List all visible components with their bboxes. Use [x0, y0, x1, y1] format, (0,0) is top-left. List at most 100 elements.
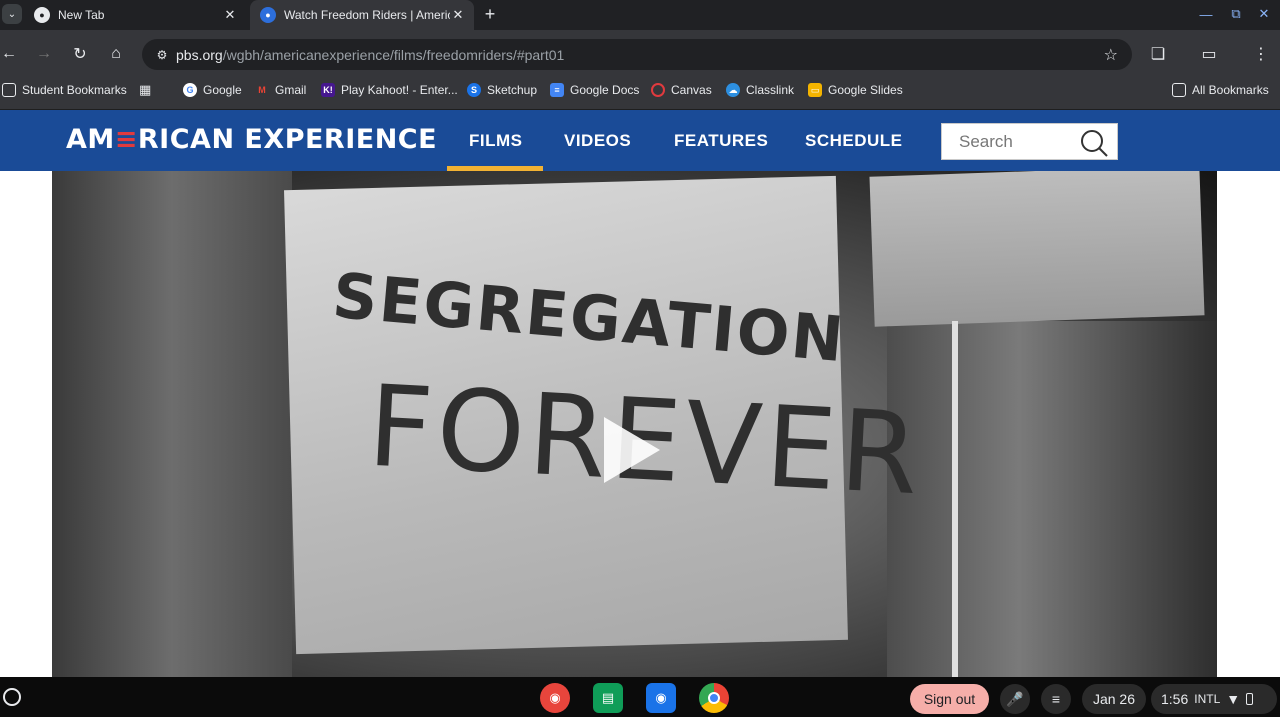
bookmark-google-docs[interactable]: ≡ Google Docs	[550, 78, 639, 102]
arrow-left-icon: ←	[1, 45, 17, 62]
bookmark-label: Sketchup	[487, 83, 538, 97]
back-button[interactable]: ←	[0, 42, 21, 66]
video-crowd-right	[887, 321, 1217, 677]
bookmark-label: Google	[203, 83, 242, 97]
reload-icon: ↻	[73, 46, 87, 63]
bookmark-label: Canvas	[671, 83, 712, 97]
status-tray[interactable]: 1:56 INTL ▼	[1151, 684, 1277, 714]
video-crowd-left	[52, 171, 292, 677]
date-tray[interactable]: Jan 26	[1082, 684, 1146, 714]
microphone-button[interactable]: 🎤	[1000, 684, 1030, 714]
home-icon: ⌂	[111, 45, 121, 62]
url-path: /wgbh/americanexperience/films/freedomri…	[222, 46, 565, 63]
tab-new-tab[interactable]: ● New Tab ✕	[24, 0, 246, 30]
extensions-button[interactable]: ❏	[1146, 42, 1170, 66]
close-icon[interactable]: ✕	[222, 7, 238, 23]
kahoot-icon: K!	[321, 83, 335, 97]
canvas-icon	[651, 83, 665, 97]
camera-app-icon[interactable]: ◉	[646, 683, 676, 713]
url-text: pbs.org/wgbh/americanexperience/films/fr…	[176, 47, 564, 63]
play-icon[interactable]	[604, 417, 660, 483]
close-icon: ✕	[1258, 6, 1270, 21]
video-player[interactable]: SEGREGATION FOREVER	[52, 171, 1217, 677]
battery-icon	[1246, 693, 1254, 705]
date-text: Jan 26	[1092, 691, 1136, 707]
site-info-icon[interactable]: ⚙	[148, 48, 176, 62]
tab-freedom-riders[interactable]: ● Watch Freedom Riders | American Experi…	[250, 0, 474, 30]
os-shelf: ◉ ▤ ◉ Sign out 🎤 ≡ Jan 26 1:56 INTL ▼	[0, 677, 1280, 717]
plus-icon: +	[484, 3, 496, 24]
media-controls-button[interactable]: ≡	[1041, 684, 1071, 714]
tab-title: Watch Freedom Riders | American Experien…	[284, 8, 450, 22]
palette-app-icon[interactable]: ◉	[540, 683, 570, 713]
bookmark-student-bookmarks[interactable]: Student Bookmarks	[2, 78, 127, 102]
restore-icon: ⧉	[1231, 6, 1241, 21]
apps-button[interactable]: ▦	[139, 78, 151, 102]
wifi-icon: ▼	[1226, 691, 1241, 707]
minimize-button[interactable]: —	[1196, 4, 1216, 24]
puzzle-icon: ❏	[1150, 46, 1166, 63]
bookmark-label: Google Slides	[828, 83, 903, 97]
launcher-icon[interactable]	[3, 688, 21, 706]
american-experience-logo[interactable]: AM≡RICAN EXPERIENCE	[66, 124, 437, 155]
bookmark-label: Student Bookmarks	[22, 83, 127, 97]
sketchup-icon: S	[467, 83, 481, 97]
video-sign-background	[869, 171, 1205, 327]
bookmark-label: Classlink	[746, 83, 795, 97]
all-bookmarks-button[interactable]: All Bookmarks	[1172, 78, 1269, 102]
bookmark-classlink[interactable]: ☁ Classlink	[726, 78, 794, 102]
slides-icon: ▭	[808, 83, 822, 97]
playlist-icon: ≡	[1051, 691, 1061, 707]
address-bar[interactable]: ⚙ pbs.org/wgbh/americanexperience/films/…	[142, 39, 1132, 70]
microphone-icon: 🎤	[1006, 690, 1024, 707]
reload-button[interactable]: ↻	[68, 42, 92, 66]
chevron-down-icon: ⌄	[7, 8, 17, 20]
bookmark-sketchup[interactable]: S Sketchup	[467, 78, 537, 102]
home-button[interactable]: ⌂	[104, 42, 128, 66]
input-method-text: INTL	[1194, 692, 1221, 706]
tab-strip: ⌄ ● New Tab ✕ ● Watch Freedom Riders | A…	[0, 0, 1280, 30]
search-icon[interactable]	[1079, 128, 1109, 158]
bookmark-label: Google Docs	[570, 83, 640, 97]
logo-text: RICAN EXPERIENCE	[137, 124, 438, 155]
nav-features[interactable]: FEATURES	[674, 131, 768, 151]
close-icon[interactable]: ✕	[450, 7, 466, 23]
classroom-app-icon[interactable]: ▤	[593, 683, 623, 713]
cast-icon: ▭	[1201, 46, 1217, 63]
nav-videos[interactable]: VIDEOS	[564, 131, 631, 151]
bookmark-google-slides[interactable]: ▭ Google Slides	[808, 78, 903, 102]
time-text: 1:56	[1161, 691, 1189, 707]
bookmark-kahoot[interactable]: K! Play Kahoot! - Enter...	[321, 78, 458, 102]
apps-grid-icon: ▦	[139, 82, 152, 97]
bookmark-gmail[interactable]: M Gmail	[255, 78, 306, 102]
video-sign-pole	[952, 321, 958, 677]
menu-button[interactable]: ⋮	[1249, 42, 1273, 66]
pbs-icon: ●	[260, 7, 276, 23]
bookmark-label: All Bookmarks	[1192, 83, 1269, 97]
restore-button[interactable]: ⧉	[1226, 4, 1246, 24]
url-host: pbs.org	[176, 46, 223, 63]
arrow-right-icon: →	[36, 45, 52, 62]
search-input[interactable]	[959, 131, 1089, 152]
forward-button[interactable]: →	[32, 42, 56, 66]
nav-films[interactable]: FILMS	[469, 131, 523, 151]
new-tab-button[interactable]: +	[480, 4, 500, 24]
bookmark-label: Play Kahoot! - Enter...	[341, 83, 458, 97]
classlink-icon: ☁	[726, 83, 740, 97]
tab-search-button[interactable]: ⌄	[2, 4, 22, 24]
bookmark-label: Gmail	[275, 83, 307, 97]
bookmarks-bar: Student Bookmarks ▦ G Google M Gmail K! …	[0, 78, 1280, 110]
bookmark-canvas[interactable]: Canvas	[651, 78, 712, 102]
docs-icon: ≡	[550, 83, 564, 97]
bookmark-star-icon[interactable]: ☆	[1104, 45, 1118, 65]
site-search	[941, 123, 1118, 160]
sign-out-button[interactable]: Sign out	[910, 684, 989, 714]
close-window-button[interactable]: ✕	[1254, 4, 1274, 24]
chrome-center	[708, 692, 720, 704]
bookmark-google[interactable]: G Google	[183, 78, 242, 102]
cast-button[interactable]: ▭	[1197, 42, 1221, 66]
nav-schedule[interactable]: SCHEDULE	[805, 131, 903, 151]
google-icon: G	[183, 83, 197, 97]
chrome-app-icon[interactable]	[699, 683, 729, 713]
site-header: AM≡RICAN EXPERIENCE FILMS VIDEOS FEATURE…	[0, 110, 1280, 171]
